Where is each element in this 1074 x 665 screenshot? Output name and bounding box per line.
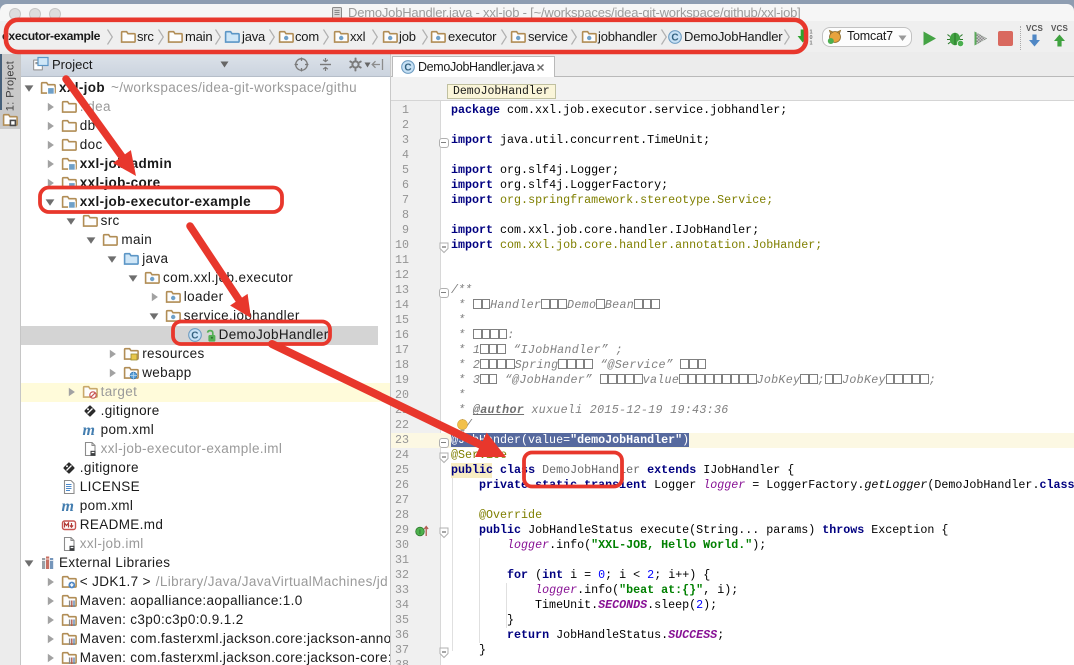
svg-text:C: C [404,63,411,74]
svg-text:C: C [671,33,678,44]
svg-text:m: m [61,498,74,514]
svg-text:C: C [191,330,199,341]
svg-text:m: m [82,422,95,438]
svg-text:1: 1 [810,41,813,47]
